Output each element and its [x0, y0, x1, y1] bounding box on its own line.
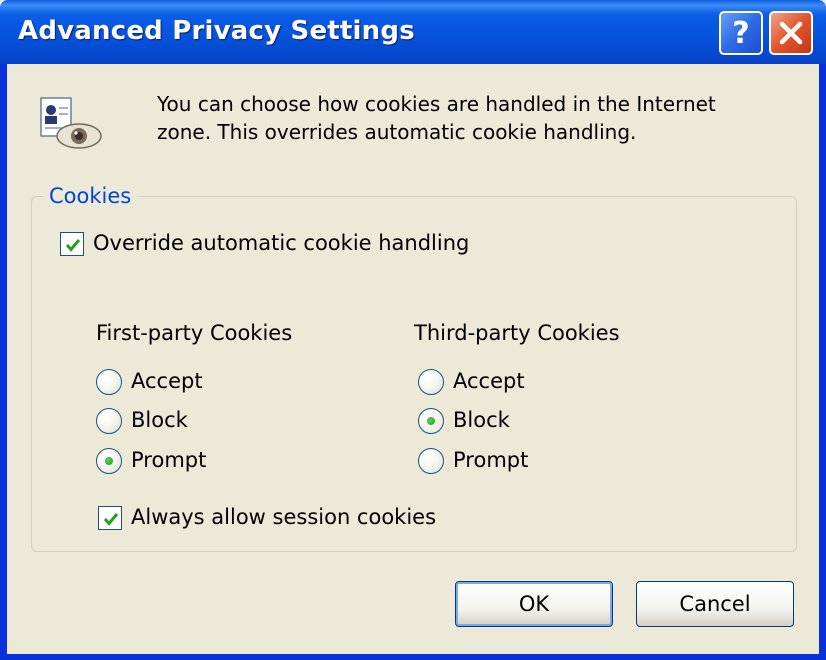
first-party-heading: First-party Cookies — [96, 321, 293, 345]
first-party-prompt-radio[interactable] — [96, 448, 122, 474]
first-party-prompt-label[interactable]: Prompt — [131, 448, 206, 472]
radio-selected-dot — [105, 457, 113, 465]
session-cookies-checkbox[interactable] — [98, 506, 122, 530]
first-party-accept-label[interactable]: Accept — [131, 369, 203, 393]
third-party-accept-radio[interactable] — [418, 369, 444, 395]
override-checkbox[interactable] — [60, 232, 84, 256]
session-cookies-label[interactable]: Always allow session cookies — [131, 505, 436, 529]
window-bottom-border — [0, 654, 826, 660]
help-icon: ? — [732, 15, 750, 51]
override-label[interactable]: Override automatic cookie handling — [93, 231, 469, 255]
ok-button[interactable]: OK — [455, 581, 613, 627]
dialog-client-area: You can choose how cookies are handled i… — [7, 64, 819, 654]
check-mark-icon — [65, 239, 81, 252]
privacy-eye-document-icon — [40, 97, 102, 149]
cancel-button[interactable]: Cancel — [636, 581, 794, 627]
intro-line-1: You can choose how cookies are handled i… — [157, 92, 716, 116]
radio-selected-dot — [427, 417, 435, 425]
third-party-block-label[interactable]: Block — [453, 408, 510, 432]
intro-line-2: zone. This overrides automatic cookie ha… — [157, 120, 637, 144]
close-icon — [779, 21, 803, 45]
check-mark-icon — [103, 513, 119, 526]
third-party-heading: Third-party Cookies — [414, 321, 620, 345]
close-button[interactable] — [769, 11, 813, 55]
first-party-accept-radio[interactable] — [96, 369, 122, 395]
window-title: Advanced Privacy Settings — [18, 16, 415, 46]
first-party-block-label[interactable]: Block — [131, 408, 188, 432]
third-party-prompt-label[interactable]: Prompt — [453, 448, 528, 472]
title-bar[interactable]: Advanced Privacy Settings ? — [0, 0, 826, 64]
help-button[interactable]: ? — [719, 11, 763, 55]
third-party-prompt-radio[interactable] — [418, 448, 444, 474]
third-party-block-radio[interactable] — [418, 408, 444, 434]
third-party-accept-label[interactable]: Accept — [453, 369, 525, 393]
cookies-group-label: Cookies — [43, 184, 138, 208]
dialog-window: Advanced Privacy Settings ? You can choo… — [0, 0, 826, 660]
intro-text: You can choose how cookies are handled i… — [157, 90, 777, 146]
first-party-block-radio[interactable] — [96, 408, 122, 434]
